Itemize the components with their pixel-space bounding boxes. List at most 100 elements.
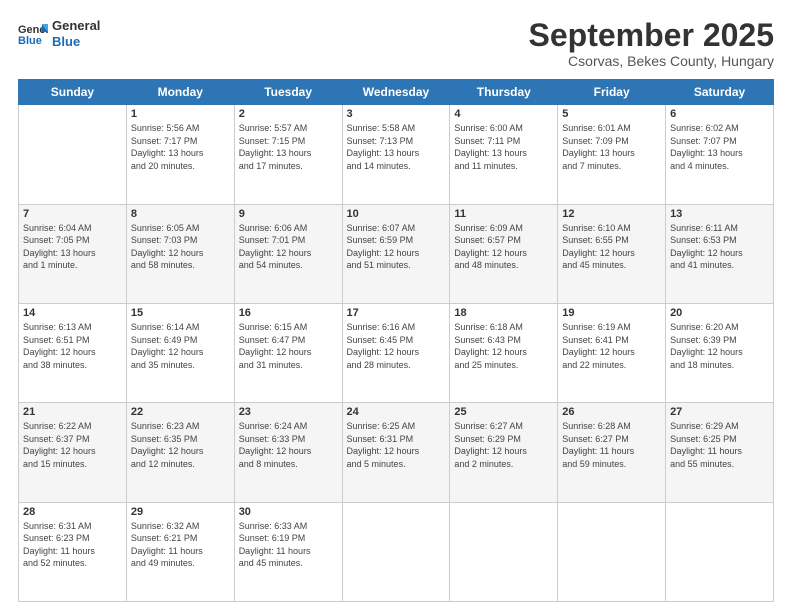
day-number: 4	[454, 108, 553, 120]
table-row: 13 Sunrise: 6:11 AMSunset: 6:53 PMDayligh…	[666, 204, 774, 303]
day-info: Sunrise: 6:24 AMSunset: 6:33 PMDaylight:…	[239, 420, 338, 470]
header: General Blue General Blue September 2025…	[18, 18, 774, 69]
day-number: 13	[670, 208, 769, 220]
table-row	[342, 502, 450, 601]
header-wednesday: Wednesday	[342, 80, 450, 105]
day-info: Sunrise: 6:05 AMSunset: 7:03 PMDaylight:…	[131, 222, 230, 272]
day-number: 26	[562, 406, 661, 418]
day-info: Sunrise: 6:11 AMSunset: 6:53 PMDaylight:…	[670, 222, 769, 272]
logo-icon: General Blue	[18, 22, 48, 46]
calendar-table: Sunday Monday Tuesday Wednesday Thursday…	[18, 79, 774, 602]
calendar-week-row: 1Sunrise: 5:56 AMSunset: 7:17 PMDaylight…	[19, 105, 774, 204]
table-row: 1Sunrise: 5:56 AMSunset: 7:17 PMDaylight…	[126, 105, 234, 204]
day-info: Sunrise: 6:33 AMSunset: 6:19 PMDaylight:…	[239, 520, 338, 570]
table-row: 11 Sunrise: 6:09 AMSunset: 6:57 PMDayligh…	[450, 204, 558, 303]
day-number: 16	[239, 307, 338, 319]
table-row: 30 Sunrise: 6:33 AMSunset: 6:19 PMDayligh…	[234, 502, 342, 601]
table-row: 22Sunrise: 6:23 AMSunset: 6:35 PMDayligh…	[126, 403, 234, 502]
day-number: 2	[239, 108, 338, 120]
table-row	[19, 105, 127, 204]
day-info: Sunrise: 6:01 AMSunset: 7:09 PMDaylight:…	[562, 122, 661, 172]
day-number: 8	[131, 208, 230, 220]
day-info: Sunrise: 6:15 AMSunset: 6:47 PMDaylight:…	[239, 321, 338, 371]
day-number: 30	[239, 506, 338, 518]
table-row: 21 Sunrise: 6:22 AMSunset: 6:37 PMDayligh…	[19, 403, 127, 502]
day-info: Sunrise: 6:31 AMSunset: 6:23 PMDaylight:…	[23, 520, 122, 570]
table-row	[558, 502, 666, 601]
calendar-week-row: 14 Sunrise: 6:13 AMSunset: 6:51 PMDayligh…	[19, 303, 774, 402]
table-row: 26 Sunrise: 6:28 AMSunset: 6:27 PMDayligh…	[558, 403, 666, 502]
table-row: 24 Sunrise: 6:25 AMSunset: 6:31 PMDayligh…	[342, 403, 450, 502]
day-number: 21	[23, 406, 122, 418]
day-info: Sunrise: 6:09 AMSunset: 6:57 PMDaylight:…	[454, 222, 553, 272]
table-row: 28 Sunrise: 6:31 AMSunset: 6:23 PMDayligh…	[19, 502, 127, 601]
day-info: Sunrise: 5:58 AMSunset: 7:13 PMDaylight:…	[347, 122, 446, 172]
header-saturday: Saturday	[666, 80, 774, 105]
location: Csorvas, Bekes County, Hungary	[529, 53, 774, 69]
day-number: 10	[347, 208, 446, 220]
table-row: 20 Sunrise: 6:20 AMSunset: 6:39 PMDayligh…	[666, 303, 774, 402]
day-info: Sunrise: 6:25 AMSunset: 6:31 PMDaylight:…	[347, 420, 446, 470]
day-number: 9	[239, 208, 338, 220]
day-number: 22	[131, 406, 230, 418]
day-info: Sunrise: 6:27 AMSunset: 6:29 PMDaylight:…	[454, 420, 553, 470]
day-info: Sunrise: 6:16 AMSunset: 6:45 PMDaylight:…	[347, 321, 446, 371]
day-number: 27	[670, 406, 769, 418]
table-row: 7 Sunrise: 6:04 AMSunset: 7:05 PMDaylight…	[19, 204, 127, 303]
day-number: 20	[670, 307, 769, 319]
weekday-header-row: Sunday Monday Tuesday Wednesday Thursday…	[19, 80, 774, 105]
table-row: 29Sunrise: 6:32 AMSunset: 6:21 PMDayligh…	[126, 502, 234, 601]
table-row: 25 Sunrise: 6:27 AMSunset: 6:29 PMDayligh…	[450, 403, 558, 502]
day-info: Sunrise: 6:10 AMSunset: 6:55 PMDaylight:…	[562, 222, 661, 272]
day-number: 3	[347, 108, 446, 120]
header-tuesday: Tuesday	[234, 80, 342, 105]
day-info: Sunrise: 6:14 AMSunset: 6:49 PMDaylight:…	[131, 321, 230, 371]
day-number: 12	[562, 208, 661, 220]
logo: General Blue General Blue	[18, 18, 100, 49]
day-number: 28	[23, 506, 122, 518]
calendar-week-row: 21 Sunrise: 6:22 AMSunset: 6:37 PMDayligh…	[19, 403, 774, 502]
calendar-page: General Blue General Blue September 2025…	[0, 0, 792, 612]
day-number: 7	[23, 208, 122, 220]
header-friday: Friday	[558, 80, 666, 105]
table-row: 8 Sunrise: 6:05 AMSunset: 7:03 PMDaylight…	[126, 204, 234, 303]
day-number: 18	[454, 307, 553, 319]
day-number: 24	[347, 406, 446, 418]
day-info: Sunrise: 6:13 AMSunset: 6:51 PMDaylight:…	[23, 321, 122, 371]
day-number: 6	[670, 108, 769, 120]
day-info: Sunrise: 6:18 AMSunset: 6:43 PMDaylight:…	[454, 321, 553, 371]
header-thursday: Thursday	[450, 80, 558, 105]
day-info: Sunrise: 6:19 AMSunset: 6:41 PMDaylight:…	[562, 321, 661, 371]
table-row: 14 Sunrise: 6:13 AMSunset: 6:51 PMDayligh…	[19, 303, 127, 402]
table-row	[450, 502, 558, 601]
logo-line1: General	[52, 18, 100, 34]
table-row: 16 Sunrise: 6:15 AMSunset: 6:47 PMDayligh…	[234, 303, 342, 402]
day-number: 11	[454, 208, 553, 220]
table-row: 6Sunrise: 6:02 AMSunset: 7:07 PMDaylight…	[666, 105, 774, 204]
month-title: September 2025	[529, 18, 774, 53]
table-row: 19 Sunrise: 6:19 AMSunset: 6:41 PMDayligh…	[558, 303, 666, 402]
svg-text:Blue: Blue	[18, 35, 42, 46]
calendar-week-row: 28 Sunrise: 6:31 AMSunset: 6:23 PMDayligh…	[19, 502, 774, 601]
header-monday: Monday	[126, 80, 234, 105]
calendar-week-row: 7 Sunrise: 6:04 AMSunset: 7:05 PMDaylight…	[19, 204, 774, 303]
day-info: Sunrise: 6:22 AMSunset: 6:37 PMDaylight:…	[23, 420, 122, 470]
title-block: September 2025 Csorvas, Bekes County, Hu…	[529, 18, 774, 69]
table-row: 23Sunrise: 6:24 AMSunset: 6:33 PMDayligh…	[234, 403, 342, 502]
table-row: 17Sunrise: 6:16 AMSunset: 6:45 PMDayligh…	[342, 303, 450, 402]
table-row	[666, 502, 774, 601]
day-number: 14	[23, 307, 122, 319]
day-info: Sunrise: 6:04 AMSunset: 7:05 PMDaylight:…	[23, 222, 122, 272]
table-row: 18 Sunrise: 6:18 AMSunset: 6:43 PMDayligh…	[450, 303, 558, 402]
day-info: Sunrise: 6:20 AMSunset: 6:39 PMDaylight:…	[670, 321, 769, 371]
table-row: 9 Sunrise: 6:06 AMSunset: 7:01 PMDaylight…	[234, 204, 342, 303]
day-info: Sunrise: 6:06 AMSunset: 7:01 PMDaylight:…	[239, 222, 338, 272]
day-info: Sunrise: 6:29 AMSunset: 6:25 PMDaylight:…	[670, 420, 769, 470]
table-row: 15 Sunrise: 6:14 AMSunset: 6:49 PMDayligh…	[126, 303, 234, 402]
table-row: 4Sunrise: 6:00 AMSunset: 7:11 PMDaylight…	[450, 105, 558, 204]
day-number: 25	[454, 406, 553, 418]
logo-line2: Blue	[52, 34, 100, 50]
day-number: 15	[131, 307, 230, 319]
day-number: 19	[562, 307, 661, 319]
day-info: Sunrise: 6:28 AMSunset: 6:27 PMDaylight:…	[562, 420, 661, 470]
